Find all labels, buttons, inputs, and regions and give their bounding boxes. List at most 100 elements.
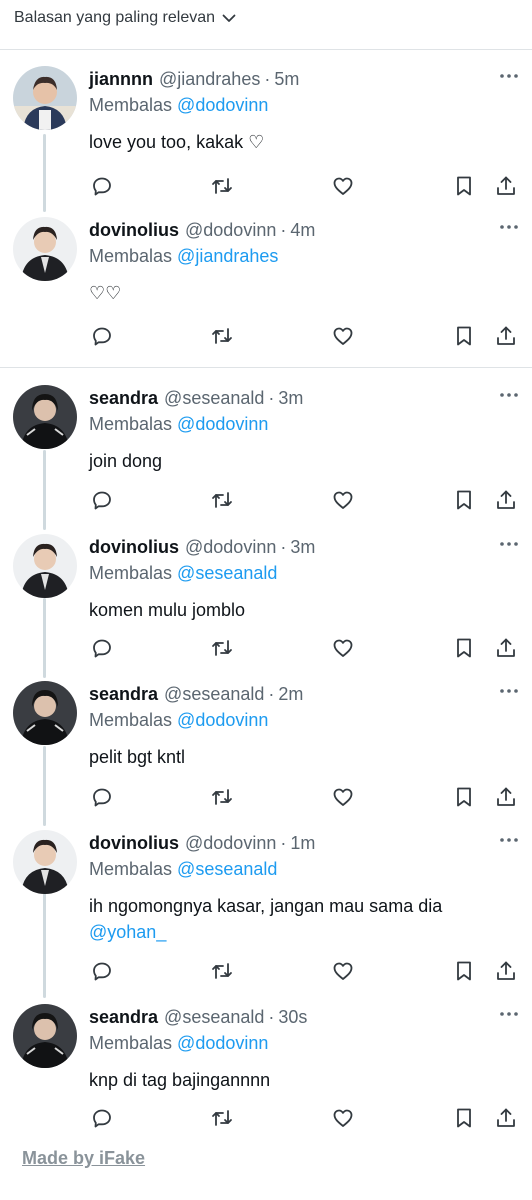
share-icon[interactable] xyxy=(493,958,519,984)
display-name[interactable]: seandra xyxy=(89,684,158,705)
sort-dropdown[interactable]: Balasan yang paling relevan xyxy=(14,9,237,27)
bookmark-icon[interactable] xyxy=(451,1105,477,1131)
reply-icon[interactable] xyxy=(89,635,115,661)
display-name[interactable]: dovinolius xyxy=(89,220,179,241)
like-icon[interactable] xyxy=(330,487,356,513)
timestamp[interactable]: 2m xyxy=(278,684,303,705)
display-name[interactable]: jiannnn xyxy=(89,69,153,90)
replying-prefix: Membalas xyxy=(89,414,173,434)
replying-mention[interactable]: @dodovinn xyxy=(177,414,268,434)
user-handle[interactable]: @seseanald xyxy=(164,1007,264,1028)
replying-prefix: Membalas xyxy=(89,563,173,583)
user-handle[interactable]: @dodovinn xyxy=(185,220,276,241)
user-handle[interactable]: @seseanald xyxy=(164,388,264,409)
display-name[interactable]: seandra xyxy=(89,1007,158,1028)
replying-mention[interactable]: @dodovinn xyxy=(177,1033,268,1053)
chevron-down-icon xyxy=(221,10,237,26)
display-name[interactable]: dovinolius xyxy=(89,833,179,854)
user-handle[interactable]: @seseanald xyxy=(164,684,264,705)
retweet-icon[interactable] xyxy=(209,635,235,661)
replying-prefix: Membalas xyxy=(89,859,173,879)
tweet-mention[interactable]: @yohan_ xyxy=(89,919,520,945)
sort-bar: Balasan yang paling relevan xyxy=(0,0,532,50)
tweet-header: seandra @seseanald · 30s xyxy=(89,1004,520,1030)
replying-mention[interactable]: @seseanald xyxy=(177,563,277,583)
share-icon[interactable] xyxy=(493,635,519,661)
tweet[interactable]: seandra @seseanald · 3m Membalas @dodovi… xyxy=(0,385,532,525)
display-name[interactable]: dovinolius xyxy=(89,537,179,558)
tweet[interactable]: dovinolius @dodovinn · 4m Membalas @jian… xyxy=(0,217,532,357)
share-icon[interactable] xyxy=(493,784,519,810)
replying-mention[interactable]: @jiandrahes xyxy=(177,246,278,266)
like-icon[interactable] xyxy=(330,784,356,810)
timestamp[interactable]: 4m xyxy=(290,220,315,241)
tweet[interactable]: dovinolius @dodovinn · 1m Membalas @sese… xyxy=(0,830,532,995)
tweet[interactable]: jiannnn @jiandrahes · 5m Membalas @dodov… xyxy=(0,66,532,206)
avatar[interactable] xyxy=(13,217,77,281)
timestamp[interactable]: 1m xyxy=(290,833,315,854)
replying-to: Membalas @dodovinn xyxy=(89,95,520,121)
more-icon[interactable] xyxy=(498,66,520,86)
tweet-body: pelit bgt kntl xyxy=(89,747,186,767)
bookmark-icon[interactable] xyxy=(451,784,477,810)
retweet-icon[interactable] xyxy=(209,487,235,513)
avatar[interactable] xyxy=(13,681,77,745)
more-icon[interactable] xyxy=(498,1004,520,1024)
like-icon[interactable] xyxy=(330,323,356,349)
like-icon[interactable] xyxy=(330,958,356,984)
tweet-header: jiannnn @jiandrahes · 5m xyxy=(89,66,520,92)
user-handle[interactable]: @dodovinn xyxy=(185,537,276,558)
avatar[interactable] xyxy=(13,830,77,894)
more-icon[interactable] xyxy=(498,217,520,237)
timestamp[interactable]: 3m xyxy=(290,537,315,558)
share-icon[interactable] xyxy=(493,173,519,199)
bookmark-icon[interactable] xyxy=(451,958,477,984)
user-handle[interactable]: @jiandrahes xyxy=(159,69,260,90)
retweet-icon[interactable] xyxy=(209,323,235,349)
like-icon[interactable] xyxy=(330,173,356,199)
timestamp[interactable]: 3m xyxy=(278,388,303,409)
bookmark-icon[interactable] xyxy=(451,173,477,199)
display-name[interactable]: seandra xyxy=(89,388,158,409)
like-icon[interactable] xyxy=(330,635,356,661)
reply-icon[interactable] xyxy=(89,323,115,349)
retweet-icon[interactable] xyxy=(209,784,235,810)
more-icon[interactable] xyxy=(498,830,520,850)
more-icon[interactable] xyxy=(498,385,520,405)
user-handle[interactable]: @dodovinn xyxy=(185,833,276,854)
more-icon[interactable] xyxy=(498,534,520,554)
more-icon[interactable] xyxy=(498,681,520,701)
avatar[interactable] xyxy=(13,66,77,130)
share-icon[interactable] xyxy=(493,487,519,513)
tweet-actions xyxy=(89,1105,520,1135)
retweet-icon[interactable] xyxy=(209,1105,235,1131)
avatar[interactable] xyxy=(13,1004,77,1068)
replying-mention[interactable]: @dodovinn xyxy=(177,95,268,115)
retweet-icon[interactable] xyxy=(209,958,235,984)
reply-icon[interactable] xyxy=(89,784,115,810)
bookmark-icon[interactable] xyxy=(451,635,477,661)
watermark: Made by iFake xyxy=(22,1148,146,1168)
reply-icon[interactable] xyxy=(89,1105,115,1131)
replying-mention[interactable]: @dodovinn xyxy=(177,710,268,730)
reply-icon[interactable] xyxy=(89,487,115,513)
timestamp[interactable]: 30s xyxy=(278,1007,307,1028)
reply-icon[interactable] xyxy=(89,173,115,199)
tweet[interactable]: seandra @seseanald · 30s Membalas @dodov… xyxy=(0,1004,532,1144)
separator-dot: · xyxy=(268,1006,275,1027)
avatar[interactable] xyxy=(13,385,77,449)
timestamp[interactable]: 5m xyxy=(274,69,299,90)
bookmark-icon[interactable] xyxy=(451,323,477,349)
tweet[interactable]: seandra @seseanald · 2m Membalas @dodovi… xyxy=(0,681,532,821)
reply-icon[interactable] xyxy=(89,958,115,984)
replying-mention[interactable]: @seseanald xyxy=(177,859,277,879)
avatar[interactable] xyxy=(13,534,77,598)
retweet-icon[interactable] xyxy=(209,173,235,199)
tweet-header: dovinolius @dodovinn · 3m xyxy=(89,534,520,560)
share-icon[interactable] xyxy=(493,1105,519,1131)
tweet[interactable]: dovinolius @dodovinn · 3m Membalas @sese… xyxy=(0,534,532,674)
replying-prefix: Membalas xyxy=(89,1033,173,1053)
like-icon[interactable] xyxy=(330,1105,356,1131)
share-icon[interactable] xyxy=(493,323,519,349)
bookmark-icon[interactable] xyxy=(451,487,477,513)
